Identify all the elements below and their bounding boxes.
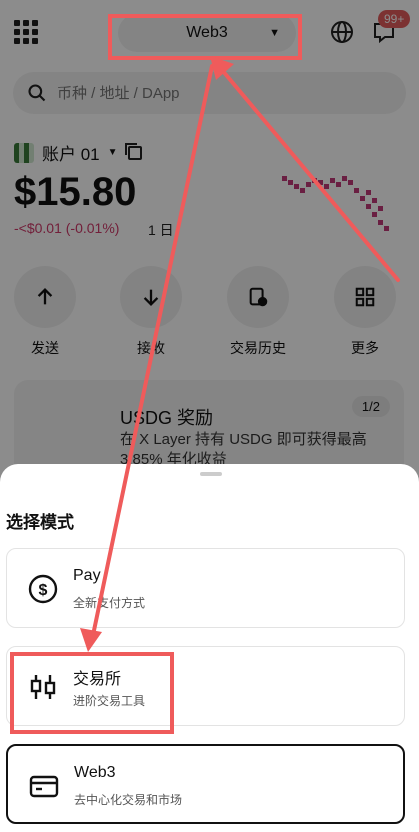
option-title: Pay xyxy=(73,567,101,584)
mode-option-web3[interactable]: Web3 去中心化交易和市场 xyxy=(6,744,405,824)
annotation-box-mode-switcher xyxy=(108,14,302,60)
mode-select-sheet: 选择模式 $ Pay 全新支付方式 交易所 进阶交易工具 Web3 去中心化交易… xyxy=(0,464,419,832)
option-title: Web3 xyxy=(74,764,116,781)
mode-option-pay[interactable]: $ Pay 全新支付方式 xyxy=(6,548,405,628)
option-description: 去中心化交易和市场 xyxy=(74,793,183,807)
sheet-handle[interactable] xyxy=(200,472,222,476)
svg-text:$: $ xyxy=(39,582,48,599)
dollar-icon: $ xyxy=(28,574,58,604)
wallet-card-icon xyxy=(29,775,59,798)
option-description: 全新支付方式 xyxy=(73,596,146,610)
sheet-title: 选择模式 xyxy=(6,513,74,532)
annotation-box-exchange-option xyxy=(10,652,174,734)
